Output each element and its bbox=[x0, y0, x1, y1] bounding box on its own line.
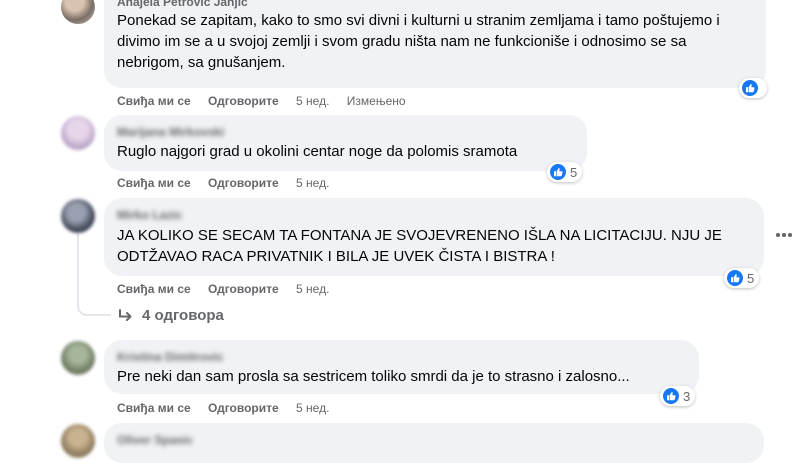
reply-button[interactable]: Одговорите bbox=[208, 176, 279, 190]
like-button[interactable]: Свиђа ми се bbox=[117, 282, 191, 296]
comment-actions: Свиђа ми се Одговорите 5 нед. bbox=[117, 401, 343, 415]
comment-actions: Свиђа ми се Одговорите 5 нед. Измењено bbox=[117, 94, 420, 108]
reaction-count: 5 bbox=[747, 270, 755, 286]
reaction-badge[interactable]: 5 bbox=[724, 268, 760, 288]
thumbs-up-icon bbox=[742, 80, 758, 96]
comment-author[interactable]: Kristina Dimitrovic bbox=[117, 350, 224, 364]
comment-timestamp[interactable]: 5 нед. bbox=[296, 401, 329, 415]
reply-button[interactable]: Одговорите bbox=[208, 282, 279, 296]
reaction-badge[interactable]: 3 bbox=[660, 386, 696, 406]
reaction-count: 3 bbox=[683, 388, 691, 404]
comment-author[interactable]: Oliver Spasic bbox=[117, 433, 193, 447]
reaction-badge[interactable]: 5 bbox=[547, 162, 583, 182]
avatar[interactable] bbox=[61, 341, 95, 375]
avatar[interactable] bbox=[61, 199, 95, 233]
comment-author[interactable]: Anajela Petrovic Janjic bbox=[117, 0, 248, 9]
comment-timestamp[interactable]: 5 нед. bbox=[296, 176, 329, 190]
edited-label: Измењено bbox=[346, 94, 406, 108]
thumbs-up-icon bbox=[727, 270, 743, 286]
more-options-icon[interactable] bbox=[774, 225, 794, 245]
thread-line bbox=[77, 234, 79, 302]
like-button[interactable]: Свиђа ми се bbox=[117, 401, 191, 415]
comment-actions: Свиђа ми се Одговорите 5 нед. bbox=[117, 176, 343, 190]
comment-text: Pre neki dan sam prosla sa sestricem tol… bbox=[117, 368, 630, 385]
comment-author[interactable]: Marijana Mirkovski bbox=[117, 125, 224, 139]
comment-actions: Свиђа ми се Одговорите 5 нед. bbox=[117, 282, 343, 296]
replies-count: 4 одговора bbox=[142, 307, 224, 324]
comment-timestamp[interactable]: 5 нед. bbox=[296, 94, 329, 108]
avatar[interactable] bbox=[61, 424, 95, 458]
reaction-count: 5 bbox=[570, 164, 578, 180]
thumbs-up-icon bbox=[663, 388, 679, 404]
comment-text: JA KOLIKO SE SECAM TA FONTANA JE SVOJEVR… bbox=[117, 227, 722, 265]
comment-bubble bbox=[104, 423, 764, 463]
comment-author[interactable]: Mirko Lazic bbox=[117, 208, 182, 222]
thumbs-up-icon bbox=[550, 164, 566, 180]
like-button[interactable]: Свиђа ми се bbox=[117, 176, 191, 190]
reaction-badge[interactable] bbox=[739, 78, 767, 98]
view-replies-link[interactable]: 4 одговора bbox=[118, 307, 224, 324]
comment-text: Ruglo najgori grad u okolini centar noge… bbox=[117, 143, 518, 160]
thread-elbow bbox=[77, 300, 111, 316]
avatar[interactable] bbox=[61, 116, 95, 150]
comment-timestamp[interactable]: 5 нед. bbox=[296, 282, 329, 296]
reply-arrow-icon bbox=[118, 308, 134, 323]
reply-button[interactable]: Одговорите bbox=[208, 94, 279, 108]
avatar[interactable] bbox=[61, 0, 95, 24]
comment-text: Ponekad se zapitam, kako to smo svi divn… bbox=[117, 12, 720, 71]
reply-button[interactable]: Одговорите bbox=[208, 401, 279, 415]
like-button[interactable]: Свиђа ми се bbox=[117, 94, 191, 108]
